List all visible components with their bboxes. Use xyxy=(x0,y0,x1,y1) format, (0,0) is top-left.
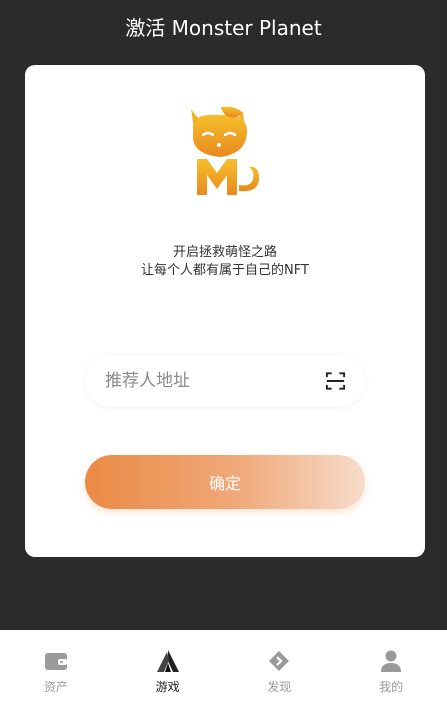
monster-cat-logo-icon xyxy=(191,106,260,195)
wallet-icon xyxy=(44,653,67,670)
referrer-address-input[interactable] xyxy=(105,371,324,391)
tab-game-label: 游戏 xyxy=(155,680,180,694)
profile-icon xyxy=(381,650,402,672)
confirm-button[interactable]: 确定 xyxy=(85,455,365,509)
game-icon xyxy=(156,650,179,672)
tab-game[interactable]: 游戏 xyxy=(112,630,224,701)
tab-profile[interactable]: 我的 xyxy=(335,630,447,701)
bottom-tab-bar: 资产 游戏 发现 我的 xyxy=(0,630,447,701)
slogan-line-1: 开启拯救萌怪之路 xyxy=(172,245,277,260)
tab-discover-label: 发现 xyxy=(267,680,292,694)
page-header: 激活 Monster Planet xyxy=(0,0,447,52)
discover-icon xyxy=(269,651,290,671)
tab-assets[interactable]: 资产 xyxy=(0,630,112,701)
scan-icon[interactable] xyxy=(324,369,347,393)
tab-profile-label: 我的 xyxy=(379,680,404,694)
tab-discover[interactable]: 发现 xyxy=(224,630,336,701)
slogan-line-2: 让每个人都有属于自己的NFT xyxy=(141,263,309,278)
page-title: 激活 Monster Planet xyxy=(125,15,322,40)
activation-card: 开启拯救萌怪之路 让每个人都有属于自己的NFT 确定 xyxy=(25,65,425,557)
tab-assets-label: 资产 xyxy=(43,680,68,694)
referrer-address-field[interactable] xyxy=(85,355,365,407)
